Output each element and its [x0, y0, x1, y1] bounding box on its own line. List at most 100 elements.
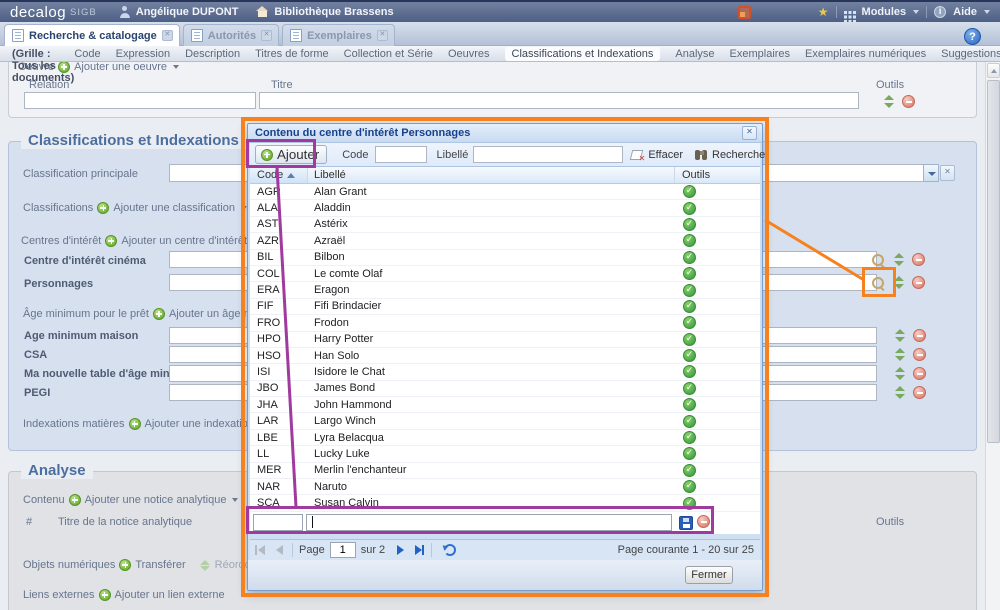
relation-input[interactable] [24, 92, 256, 109]
document-subtab[interactable]: Suggestions [941, 48, 1000, 60]
table-row[interactable]: FIF Fifi Brindacier [250, 299, 760, 315]
close-icon[interactable] [261, 30, 272, 41]
document-subtab[interactable]: Expression [116, 48, 170, 60]
table-row[interactable]: HSO Han Solo [250, 348, 760, 364]
logout-icon[interactable] [738, 6, 751, 19]
table-row[interactable]: LBE Lyra Belacqua [250, 430, 760, 446]
table-row[interactable]: AST Astérix [250, 217, 760, 233]
document-subtab[interactable]: Titres de forme [255, 48, 329, 60]
libelle-filter-input[interactable] [473, 146, 623, 163]
module-tab[interactable]: Exemplaires [282, 24, 395, 46]
document-subtab[interactable]: Collection et Série [344, 48, 433, 60]
move-updown-icon[interactable] [883, 95, 894, 108]
check-icon[interactable] [683, 300, 696, 313]
check-icon[interactable] [683, 234, 696, 247]
rechercher-button[interactable]: Rechercher [692, 147, 772, 163]
check-icon[interactable] [683, 218, 696, 231]
close-icon[interactable] [162, 30, 173, 41]
table-row[interactable]: LL Lucky Luke [250, 446, 760, 462]
document-subtab[interactable]: Analyse [675, 48, 714, 60]
move-updown-icon[interactable] [894, 329, 905, 342]
check-icon[interactable] [683, 398, 696, 411]
vertical-scrollbar[interactable] [985, 62, 1000, 610]
check-icon[interactable] [683, 333, 696, 346]
check-icon[interactable] [683, 185, 696, 198]
search-icon[interactable] [871, 253, 886, 268]
page-number-input[interactable] [330, 542, 356, 558]
remove-icon[interactable] [902, 95, 915, 108]
check-icon[interactable] [683, 202, 696, 215]
check-icon[interactable] [683, 365, 696, 378]
document-subtab[interactable]: Classifications et Indexations [505, 47, 661, 61]
modal-titlebar[interactable]: Contenu du centre d'intérêt Personnages [248, 124, 762, 143]
module-tab[interactable]: Recherche & catalogage [4, 24, 180, 46]
remove-icon[interactable] [912, 253, 925, 266]
code-filter-input[interactable] [375, 146, 427, 163]
table-row[interactable]: NAR Naruto [250, 479, 760, 495]
move-updown-icon[interactable] [894, 386, 905, 399]
search-icon[interactable] [871, 276, 886, 291]
table-row[interactable]: ISI Isidore le Chat [250, 364, 760, 380]
table-row[interactable]: BIL Bilbon [250, 250, 760, 266]
document-subtab[interactable]: Oeuvres [448, 48, 490, 60]
check-icon[interactable] [683, 284, 696, 297]
close-icon[interactable] [742, 126, 757, 140]
move-updown-icon[interactable] [893, 253, 904, 266]
table-row[interactable]: JBO James Bond [250, 381, 760, 397]
current-library[interactable]: Bibliothèque Brassens [256, 6, 393, 18]
check-icon[interactable] [683, 251, 696, 264]
column-header-libelle[interactable]: Libellé [308, 167, 675, 183]
move-updown-icon[interactable] [893, 276, 904, 289]
move-updown-icon[interactable] [894, 367, 905, 380]
column-header-code[interactable]: Code [250, 167, 308, 183]
fermer-button[interactable]: Fermer [685, 566, 733, 584]
add-notice-link[interactable]: Ajouter une notice analytique [85, 494, 227, 506]
table-row[interactable]: SCA Susan Calvin [250, 495, 760, 511]
table-row[interactable]: COL Le comte Olaf [250, 266, 760, 282]
add-centre-link[interactable]: Ajouter un centre d'intérêt [121, 235, 247, 247]
close-icon[interactable] [377, 30, 388, 41]
check-icon[interactable] [683, 431, 696, 444]
effacer-button[interactable]: Effacer [627, 146, 686, 163]
titre-input[interactable] [259, 92, 859, 109]
table-row[interactable]: HPO Harry Potter [250, 332, 760, 348]
check-icon[interactable] [683, 497, 696, 510]
prev-page-icon[interactable] [272, 543, 286, 557]
star-icon[interactable]: ★ [818, 6, 829, 18]
next-page-icon[interactable] [393, 543, 407, 557]
new-libelle-input[interactable] [306, 514, 672, 531]
check-icon[interactable] [683, 382, 696, 395]
add-oeuvre-link[interactable]: Ajouter une oeuvre [74, 61, 167, 73]
module-tab[interactable]: Autorités [183, 24, 279, 46]
remove-icon[interactable] [913, 386, 926, 399]
last-page-icon[interactable] [411, 543, 425, 557]
check-icon[interactable] [683, 316, 696, 329]
table-row[interactable]: FRO Frodon [250, 315, 760, 331]
check-icon[interactable] [683, 415, 696, 428]
remove-icon[interactable] [913, 348, 926, 361]
ajouter-button[interactable]: Ajouter [255, 145, 327, 164]
document-subtab[interactable]: Exemplaires numériques [805, 48, 926, 60]
check-icon[interactable] [683, 464, 696, 477]
dropdown-icon[interactable] [923, 164, 939, 182]
table-row[interactable]: ERA Eragon [250, 282, 760, 298]
current-user[interactable]: Angélique DUPONT [119, 6, 239, 18]
table-row[interactable]: AGR Alan Grant [250, 184, 760, 200]
table-row[interactable]: LAR Largo Winch [250, 413, 760, 429]
clear-icon[interactable] [940, 165, 955, 181]
table-row[interactable]: JHA John Hammond [250, 397, 760, 413]
table-row[interactable]: MER Merlin l'enchanteur [250, 463, 760, 479]
table-row[interactable]: AZR Azraël [250, 233, 760, 249]
move-updown-icon[interactable] [894, 348, 905, 361]
scroll-up-icon[interactable] [987, 63, 1000, 78]
check-icon[interactable] [683, 447, 696, 460]
remove-icon[interactable] [913, 329, 926, 342]
document-subtab[interactable]: Description [185, 48, 240, 60]
check-icon[interactable] [683, 349, 696, 362]
first-page-icon[interactable] [254, 543, 268, 557]
document-subtab[interactable]: Code [74, 48, 100, 60]
transferer-link[interactable]: Transférer [135, 559, 185, 571]
check-icon[interactable] [683, 267, 696, 280]
help-icon[interactable]: ? [964, 28, 981, 45]
table-row[interactable]: ALA Aladdin [250, 200, 760, 216]
